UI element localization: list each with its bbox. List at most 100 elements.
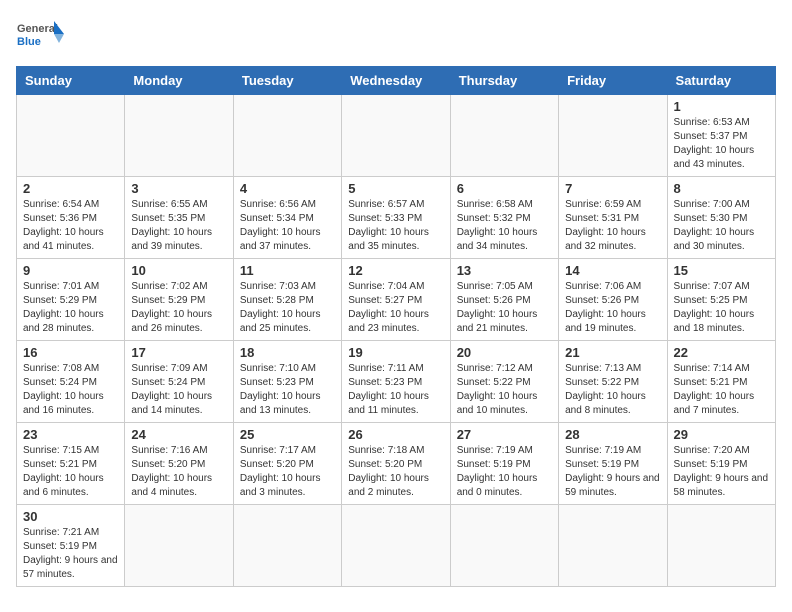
cell-info-text: Sunrise: 6:53 AM Sunset: 5:37 PM Dayligh… xyxy=(674,116,769,172)
calendar-cell: 20 Sunrise: 7:12 AM Sunset: 5:22 PM Dayli… xyxy=(450,341,558,423)
calendar-cell xyxy=(233,95,341,177)
cell-info-text: Sunrise: 7:06 AM Sunset: 5:26 PM Dayligh… xyxy=(565,280,660,336)
day-header-friday: Friday xyxy=(559,67,667,95)
calendar-week-5: 23 Sunrise: 7:15 AM Sunset: 5:21 PM Dayli… xyxy=(17,423,776,505)
cell-info-text: Sunrise: 6:56 AM Sunset: 5:34 PM Dayligh… xyxy=(240,198,335,254)
calendar-cell: 12Sunrise: 7:04 AM Sunset: 5:27 PM Dayli… xyxy=(342,259,450,341)
calendar-cell: 25 Sunrise: 7:17 AM Sunset: 5:20 PM Dayli… xyxy=(233,423,341,505)
cell-date-number: 29 xyxy=(674,427,769,442)
cell-date-number: 9 xyxy=(23,263,118,278)
cell-info-text: Sunrise: 7:18 AM Sunset: 5:20 PM Dayligh… xyxy=(348,444,443,500)
calendar-table: SundayMondayTuesdayWednesdayThursdayFrid… xyxy=(16,66,776,587)
cell-date-number: 11 xyxy=(240,263,335,278)
day-header-tuesday: Tuesday xyxy=(233,67,341,95)
cell-info-text: Sunrise: 7:21 AM Sunset: 5:19 PM Dayligh… xyxy=(23,526,118,582)
cell-info-text: Sunrise: 7:01 AM Sunset: 5:29 PM Dayligh… xyxy=(23,280,118,336)
cell-date-number: 16 xyxy=(23,345,118,360)
svg-text:Blue: Blue xyxy=(17,36,41,48)
calendar-week-2: 2 Sunrise: 6:54 AM Sunset: 5:36 PM Daylig… xyxy=(17,177,776,259)
cell-date-number: 4 xyxy=(240,181,335,196)
day-header-saturday: Saturday xyxy=(667,67,775,95)
cell-date-number: 21 xyxy=(565,345,660,360)
calendar-cell: 21 Sunrise: 7:13 AM Sunset: 5:22 PM Dayli… xyxy=(559,341,667,423)
cell-date-number: 20 xyxy=(457,345,552,360)
cell-date-number: 10 xyxy=(131,263,226,278)
cell-info-text: Sunrise: 7:19 AM Sunset: 5:19 PM Dayligh… xyxy=(457,444,552,500)
calendar-week-4: 16 Sunrise: 7:08 AM Sunset: 5:24 PM Dayli… xyxy=(17,341,776,423)
calendar-cell: 14 Sunrise: 7:06 AM Sunset: 5:26 PM Dayli… xyxy=(559,259,667,341)
calendar-week-1: 1 Sunrise: 6:53 AM Sunset: 5:37 PM Daylig… xyxy=(17,95,776,177)
cell-date-number: 14 xyxy=(565,263,660,278)
calendar-cell: 18 Sunrise: 7:10 AM Sunset: 5:23 PM Dayli… xyxy=(233,341,341,423)
calendar-cell: 26 Sunrise: 7:18 AM Sunset: 5:20 PM Dayli… xyxy=(342,423,450,505)
cell-info-text: Sunrise: 7:11 AM Sunset: 5:23 PM Dayligh… xyxy=(348,362,443,418)
calendar-week-3: 9 Sunrise: 7:01 AM Sunset: 5:29 PM Daylig… xyxy=(17,259,776,341)
calendar-week-6: 30 Sunrise: 7:21 AM Sunset: 5:19 PM Dayli… xyxy=(17,505,776,587)
svg-text:General: General xyxy=(17,23,58,35)
cell-info-text: Sunrise: 7:14 AM Sunset: 5:21 PM Dayligh… xyxy=(674,362,769,418)
calendar-cell: 16 Sunrise: 7:08 AM Sunset: 5:24 PM Dayli… xyxy=(17,341,125,423)
cell-info-text: Sunrise: 6:57 AM Sunset: 5:33 PM Dayligh… xyxy=(348,198,443,254)
calendar-cell: 9 Sunrise: 7:01 AM Sunset: 5:29 PM Daylig… xyxy=(17,259,125,341)
calendar-cell xyxy=(450,95,558,177)
cell-date-number: 18 xyxy=(240,345,335,360)
calendar-cell: 22Sunrise: 7:14 AM Sunset: 5:21 PM Dayli… xyxy=(667,341,775,423)
calendar-cell: 30 Sunrise: 7:21 AM Sunset: 5:19 PM Dayli… xyxy=(17,505,125,587)
cell-info-text: Sunrise: 7:15 AM Sunset: 5:21 PM Dayligh… xyxy=(23,444,118,500)
cell-info-text: Sunrise: 6:58 AM Sunset: 5:32 PM Dayligh… xyxy=(457,198,552,254)
cell-info-text: Sunrise: 7:20 AM Sunset: 5:19 PM Dayligh… xyxy=(674,444,769,500)
calendar-cell: 10Sunrise: 7:02 AM Sunset: 5:29 PM Dayli… xyxy=(125,259,233,341)
calendar-cell xyxy=(342,95,450,177)
cell-date-number: 15 xyxy=(674,263,769,278)
header: General Blue xyxy=(16,16,776,56)
cell-info-text: Sunrise: 7:13 AM Sunset: 5:22 PM Dayligh… xyxy=(565,362,660,418)
calendar-cell: 17 Sunrise: 7:09 AM Sunset: 5:24 PM Dayli… xyxy=(125,341,233,423)
logo: General Blue xyxy=(16,16,66,56)
calendar-cell: 6 Sunrise: 6:58 AM Sunset: 5:32 PM Daylig… xyxy=(450,177,558,259)
cell-date-number: 23 xyxy=(23,427,118,442)
logo-svg: General Blue xyxy=(16,16,66,56)
cell-date-number: 8 xyxy=(674,181,769,196)
calendar-cell: 2 Sunrise: 6:54 AM Sunset: 5:36 PM Daylig… xyxy=(17,177,125,259)
cell-date-number: 26 xyxy=(348,427,443,442)
cell-date-number: 6 xyxy=(457,181,552,196)
cell-info-text: Sunrise: 7:12 AM Sunset: 5:22 PM Dayligh… xyxy=(457,362,552,418)
cell-date-number: 3 xyxy=(131,181,226,196)
calendar-cell: 24 Sunrise: 7:16 AM Sunset: 5:20 PM Dayli… xyxy=(125,423,233,505)
cell-date-number: 28 xyxy=(565,427,660,442)
cell-info-text: Sunrise: 6:59 AM Sunset: 5:31 PM Dayligh… xyxy=(565,198,660,254)
cell-info-text: Sunrise: 7:16 AM Sunset: 5:20 PM Dayligh… xyxy=(131,444,226,500)
cell-date-number: 30 xyxy=(23,509,118,524)
calendar-cell xyxy=(17,95,125,177)
cell-info-text: Sunrise: 7:04 AM Sunset: 5:27 PM Dayligh… xyxy=(348,280,443,336)
calendar-cell: 27 Sunrise: 7:19 AM Sunset: 5:19 PM Dayli… xyxy=(450,423,558,505)
cell-info-text: Sunrise: 7:05 AM Sunset: 5:26 PM Dayligh… xyxy=(457,280,552,336)
calendar-cell: 11Sunrise: 7:03 AM Sunset: 5:28 PM Dayli… xyxy=(233,259,341,341)
day-header-wednesday: Wednesday xyxy=(342,67,450,95)
cell-date-number: 13 xyxy=(457,263,552,278)
cell-date-number: 19 xyxy=(348,345,443,360)
cell-info-text: Sunrise: 7:19 AM Sunset: 5:19 PM Dayligh… xyxy=(565,444,660,500)
calendar-cell xyxy=(342,505,450,587)
cell-date-number: 24 xyxy=(131,427,226,442)
cell-date-number: 5 xyxy=(348,181,443,196)
cell-date-number: 27 xyxy=(457,427,552,442)
calendar-cell xyxy=(125,505,233,587)
calendar-cell: 4 Sunrise: 6:56 AM Sunset: 5:34 PM Daylig… xyxy=(233,177,341,259)
calendar-cell: 19 Sunrise: 7:11 AM Sunset: 5:23 PM Dayli… xyxy=(342,341,450,423)
cell-info-text: Sunrise: 7:09 AM Sunset: 5:24 PM Dayligh… xyxy=(131,362,226,418)
cell-date-number: 25 xyxy=(240,427,335,442)
cell-date-number: 2 xyxy=(23,181,118,196)
cell-info-text: Sunrise: 7:10 AM Sunset: 5:23 PM Dayligh… xyxy=(240,362,335,418)
cell-info-text: Sunrise: 7:17 AM Sunset: 5:20 PM Dayligh… xyxy=(240,444,335,500)
calendar-cell xyxy=(559,95,667,177)
cell-info-text: Sunrise: 7:07 AM Sunset: 5:25 PM Dayligh… xyxy=(674,280,769,336)
cell-info-text: Sunrise: 7:08 AM Sunset: 5:24 PM Dayligh… xyxy=(23,362,118,418)
cell-date-number: 1 xyxy=(674,99,769,114)
calendar-cell: 13 Sunrise: 7:05 AM Sunset: 5:26 PM Dayli… xyxy=(450,259,558,341)
cell-info-text: Sunrise: 6:54 AM Sunset: 5:36 PM Dayligh… xyxy=(23,198,118,254)
cell-info-text: Sunrise: 7:00 AM Sunset: 5:30 PM Dayligh… xyxy=(674,198,769,254)
calendar-cell: 3Sunrise: 6:55 AM Sunset: 5:35 PM Daylig… xyxy=(125,177,233,259)
cell-date-number: 17 xyxy=(131,345,226,360)
calendar-cell: 28 Sunrise: 7:19 AM Sunset: 5:19 PM Dayli… xyxy=(559,423,667,505)
